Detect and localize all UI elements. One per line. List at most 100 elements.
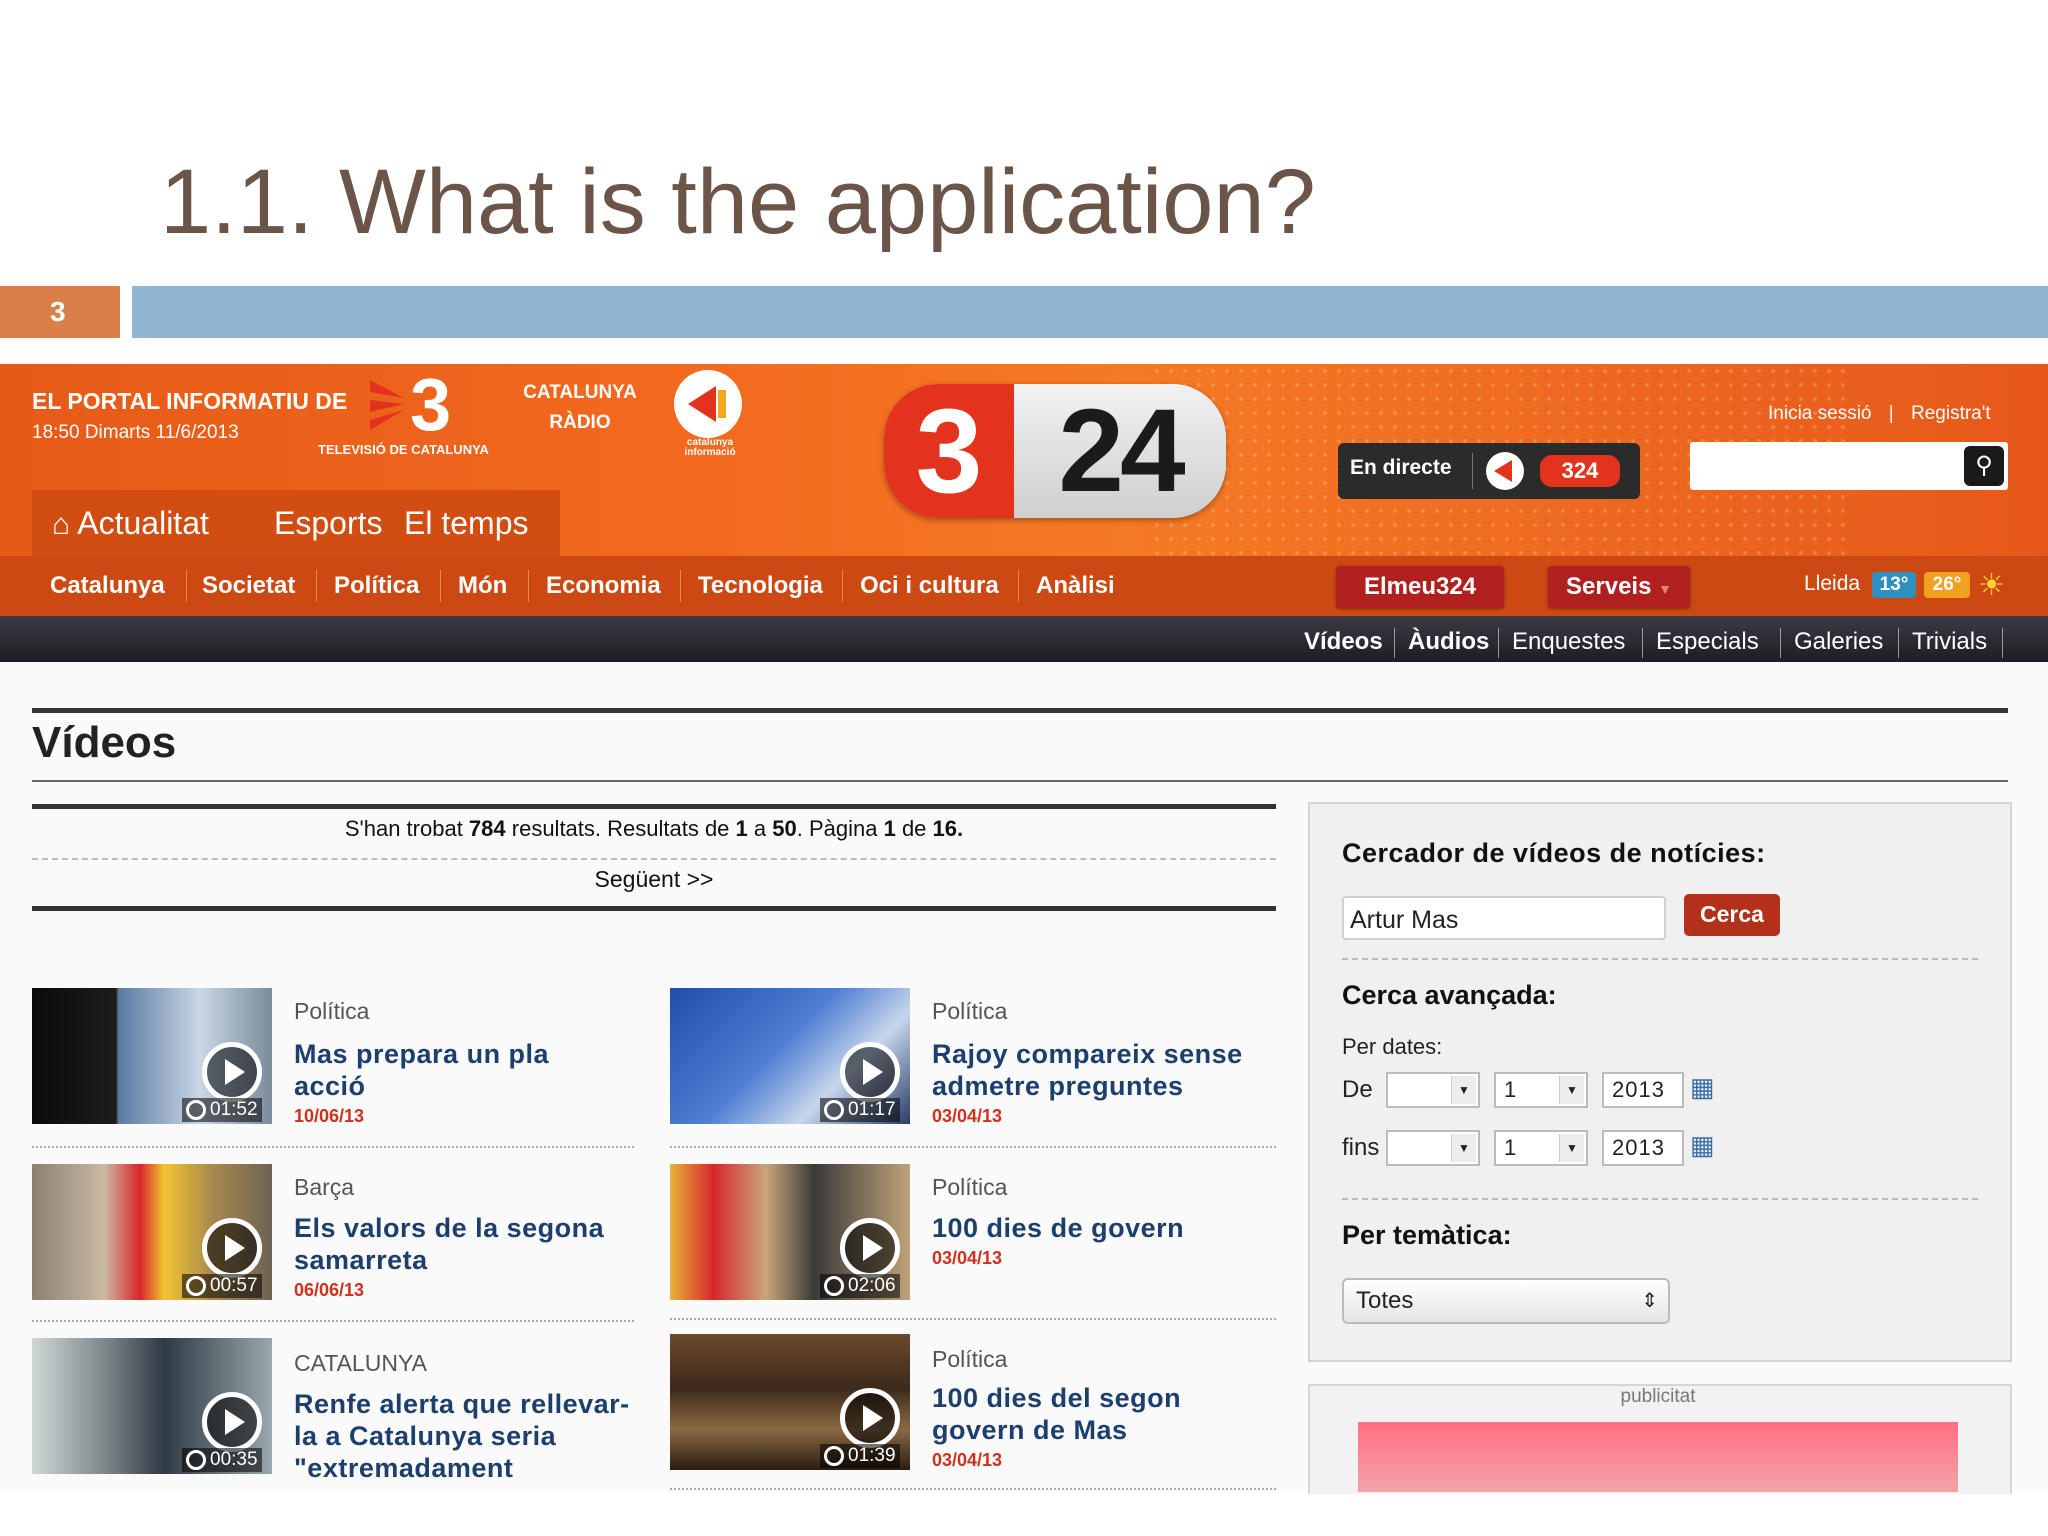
video-duration: 00:35 xyxy=(182,1448,262,1472)
tab-el-temps[interactable]: El temps xyxy=(384,490,560,556)
from-month-select[interactable]: ▼ xyxy=(1386,1072,1480,1108)
slide-number: 3 xyxy=(0,286,120,338)
video-thumbnail[interactable]: 00:57 xyxy=(32,1164,272,1300)
play-icon[interactable] xyxy=(202,1042,262,1102)
chevron-down-icon: ▼ xyxy=(1658,581,1672,597)
play-icon[interactable] xyxy=(840,1388,900,1448)
324-logo[interactable]: 3 24 xyxy=(884,384,1226,518)
search-button[interactable]: Cerca xyxy=(1684,894,1780,936)
calendar-icon[interactable]: ▦ xyxy=(1690,1130,1720,1160)
row-divider xyxy=(670,1488,1276,1490)
results-from: 1 xyxy=(735,816,748,841)
to-year-input[interactable]: 2013 xyxy=(1602,1130,1684,1166)
subnav-trivials[interactable]: Trivials xyxy=(1912,616,1987,668)
results-text: resultats. Resultats de xyxy=(505,816,736,841)
subnav-audios[interactable]: Àudios xyxy=(1408,616,1489,668)
video-category[interactable]: Política xyxy=(294,998,369,1025)
search-icon[interactable]: ⚲ xyxy=(1964,446,2004,486)
advanced-search-title: Cerca avançada: xyxy=(1342,980,1557,1010)
topic-select[interactable]: Totes ⇕ xyxy=(1342,1278,1670,1324)
slide-title: 1.1. What is the application? xyxy=(160,151,1316,253)
video-duration: 00:57 xyxy=(182,1274,262,1298)
next-page-link[interactable]: Següent >> xyxy=(32,866,1276,893)
chevron-down-icon: ▼ xyxy=(1559,1076,1584,1104)
results-divider xyxy=(32,858,1276,860)
results-rule-bottom xyxy=(32,906,1276,911)
video-category[interactable]: Política xyxy=(932,1174,1007,1201)
ci-logo-icon xyxy=(688,386,726,422)
play-icon[interactable] xyxy=(840,1218,900,1278)
video-thumbnail[interactable]: 01:52 xyxy=(32,988,272,1124)
ci-caption: catalunya informació xyxy=(684,437,736,458)
ad-banner[interactable] xyxy=(1358,1422,1958,1492)
weather-city[interactable]: Lleida xyxy=(1804,572,1860,596)
nav-societat[interactable]: Societat xyxy=(202,556,295,616)
nav-tecnologia[interactable]: Tecnologia xyxy=(698,556,823,616)
video-thumbnail[interactable]: 00:35 xyxy=(32,1338,272,1474)
video-title[interactable]: Rajoy compareix sense admetre preguntes xyxy=(932,1038,1272,1102)
video-thumbnail[interactable]: 02:06 xyxy=(670,1164,910,1300)
panel-divider xyxy=(1342,958,1978,960)
portal-tagline: EL PORTAL INFORMATIU DE xyxy=(32,388,348,414)
temp-min-badge: 13° xyxy=(1872,572,1916,598)
to-day-select[interactable]: 1 ▼ xyxy=(1494,1130,1588,1166)
subnav-galeries[interactable]: Galeries xyxy=(1794,616,1883,668)
live-button[interactable]: En directe 324 xyxy=(1338,443,1640,499)
video-category[interactable]: Política xyxy=(932,998,1007,1025)
results-pages: 16. xyxy=(932,816,964,841)
video-category[interactable]: CATALUNYA xyxy=(294,1350,427,1377)
from-label: De xyxy=(1342,1076,1373,1103)
nav-mon[interactable]: Món xyxy=(458,556,507,616)
updown-icon: ⇕ xyxy=(1641,1290,1658,1312)
video-title[interactable]: Mas prepara un pla acció xyxy=(294,1038,624,1102)
subnav-videos[interactable]: Vídeos xyxy=(1304,616,1383,668)
324-live-badge[interactable]: 324 xyxy=(1540,455,1620,487)
to-month-select[interactable]: ▼ xyxy=(1386,1130,1480,1166)
video-category[interactable]: Política xyxy=(932,1346,1007,1373)
calendar-icon[interactable]: ▦ xyxy=(1690,1072,1720,1102)
play-icon[interactable] xyxy=(840,1042,900,1102)
play-icon[interactable] xyxy=(202,1392,262,1452)
subnav-enquestes[interactable]: Enquestes xyxy=(1512,616,1625,668)
video-date: 03/04/13 xyxy=(932,1248,1003,1268)
ci-live-icon[interactable] xyxy=(1486,452,1524,490)
tab-actualitat[interactable]: ⌂ Actualitat xyxy=(32,490,290,556)
nav-divider xyxy=(680,570,681,602)
video-title[interactable]: 100 dies de govern xyxy=(932,1212,1272,1244)
live-label: En directe xyxy=(1350,456,1452,479)
register-link[interactable]: Registra't xyxy=(1911,403,1991,424)
video-title[interactable]: 100 dies del segon govern de Mas xyxy=(932,1382,1272,1446)
play-icon[interactable] xyxy=(202,1218,262,1278)
tv3-logo[interactable]: 3 xyxy=(370,368,480,438)
serveis-button[interactable]: Serveis ▼ xyxy=(1548,566,1690,608)
results-rule-top xyxy=(32,804,1276,809)
search-input[interactable]: Artur Mas xyxy=(1342,896,1666,940)
catalunya-informacio-logo[interactable] xyxy=(674,370,742,438)
nav-politica[interactable]: Política xyxy=(334,556,419,616)
slide-title-bar xyxy=(132,286,2048,338)
nav-catalunya[interactable]: Catalunya xyxy=(50,556,165,616)
catalunya-radio-logo[interactable]: CATALUNYA RÀDIO xyxy=(512,378,648,438)
from-day-select[interactable]: 1 ▼ xyxy=(1494,1072,1588,1108)
serveis-label: Serveis xyxy=(1566,573,1652,600)
subnav-divider xyxy=(1898,628,1899,658)
video-thumbnail[interactable]: 01:39 xyxy=(670,1334,910,1470)
video-title[interactable]: Renfe alerta que rellevar-la a Catalunya… xyxy=(294,1388,634,1492)
site-search-input[interactable] xyxy=(1690,442,2008,490)
topic-value: Totes xyxy=(1356,1287,1414,1314)
from-year-input[interactable]: 2013 xyxy=(1602,1072,1684,1108)
video-thumbnail[interactable]: 01:17 xyxy=(670,988,910,1124)
to-day-value: 1 xyxy=(1504,1135,1517,1160)
video-title[interactable]: Els valors de la segona samarreta xyxy=(294,1212,634,1276)
subnav-especials[interactable]: Especials xyxy=(1656,616,1759,668)
row-divider xyxy=(32,1320,634,1322)
row-divider xyxy=(670,1146,1276,1148)
nav-economia[interactable]: Economia xyxy=(546,556,661,616)
nav-analisi[interactable]: Anàlisi xyxy=(1036,556,1115,616)
nav-divider xyxy=(842,570,843,602)
video-category[interactable]: Barça xyxy=(294,1174,354,1201)
elmeu324-button[interactable]: Elmeu324 xyxy=(1336,566,1504,608)
nav-oci-i-cultura[interactable]: Oci i cultura xyxy=(860,556,999,616)
login-link[interactable]: Inicia sessió xyxy=(1768,403,1872,424)
tv3-caption: TELEVISIÓ DE CATALUNYA xyxy=(318,442,489,457)
